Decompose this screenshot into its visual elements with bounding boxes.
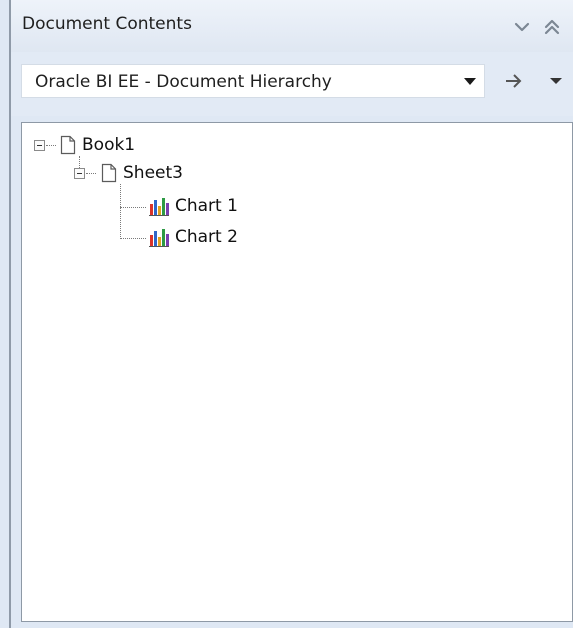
tree-connector: [86, 173, 96, 174]
tree-node-chart-2[interactable]: Chart 2: [148, 224, 238, 250]
collapse-panel-button[interactable]: [513, 18, 531, 36]
expand-panel-button[interactable]: [543, 18, 561, 36]
tree-connector: [120, 238, 146, 239]
tree-node-label: Chart 2: [175, 227, 238, 247]
go-button[interactable]: [503, 70, 525, 92]
document-icon: [60, 135, 76, 155]
bar-chart-icon: [149, 227, 169, 247]
document-icon: [101, 163, 117, 183]
caret-down-icon: [550, 78, 562, 84]
tree-node-label: Chart 1: [175, 196, 238, 216]
panel-title: Document Contents: [22, 14, 192, 34]
tree-node-label: Book1: [82, 135, 136, 155]
panel-bottom-edge: [11, 622, 573, 628]
document-contents-panel: Document Contents Oracle BI EE - Documen…: [0, 0, 573, 628]
hierarchy-select-value: Oracle BI EE - Document Hierarchy: [35, 72, 332, 92]
hierarchy-select[interactable]: Oracle BI EE - Document Hierarchy: [21, 64, 485, 98]
toolbar-row: Oracle BI EE - Document Hierarchy: [11, 52, 573, 116]
tree-node-chart-1[interactable]: Chart 1: [148, 193, 238, 219]
sheet3-expander[interactable]: [74, 168, 85, 179]
arrow-right-icon: [506, 74, 522, 88]
bar-chart-icon: [149, 196, 169, 216]
panel-header: Document Contents: [11, 0, 573, 52]
tree-node-book1[interactable]: Book1: [60, 132, 135, 158]
tree-connector: [46, 145, 56, 146]
tree-node-sheet3[interactable]: Sheet3: [101, 160, 183, 186]
tree-node-label: Sheet3: [123, 163, 183, 183]
book1-expander[interactable]: [34, 140, 45, 151]
tree-connector: [120, 184, 121, 239]
tree-connector: [120, 207, 146, 208]
options-menu-button[interactable]: [545, 70, 567, 92]
tree-connector: [79, 156, 80, 168]
select-caret-icon: [464, 78, 476, 85]
chevron-down-icon: [514, 22, 530, 32]
double-chevron-up-icon: [544, 19, 560, 35]
document-tree[interactable]: Book1 Sheet3 Chart 1 Chart 2: [21, 122, 573, 622]
